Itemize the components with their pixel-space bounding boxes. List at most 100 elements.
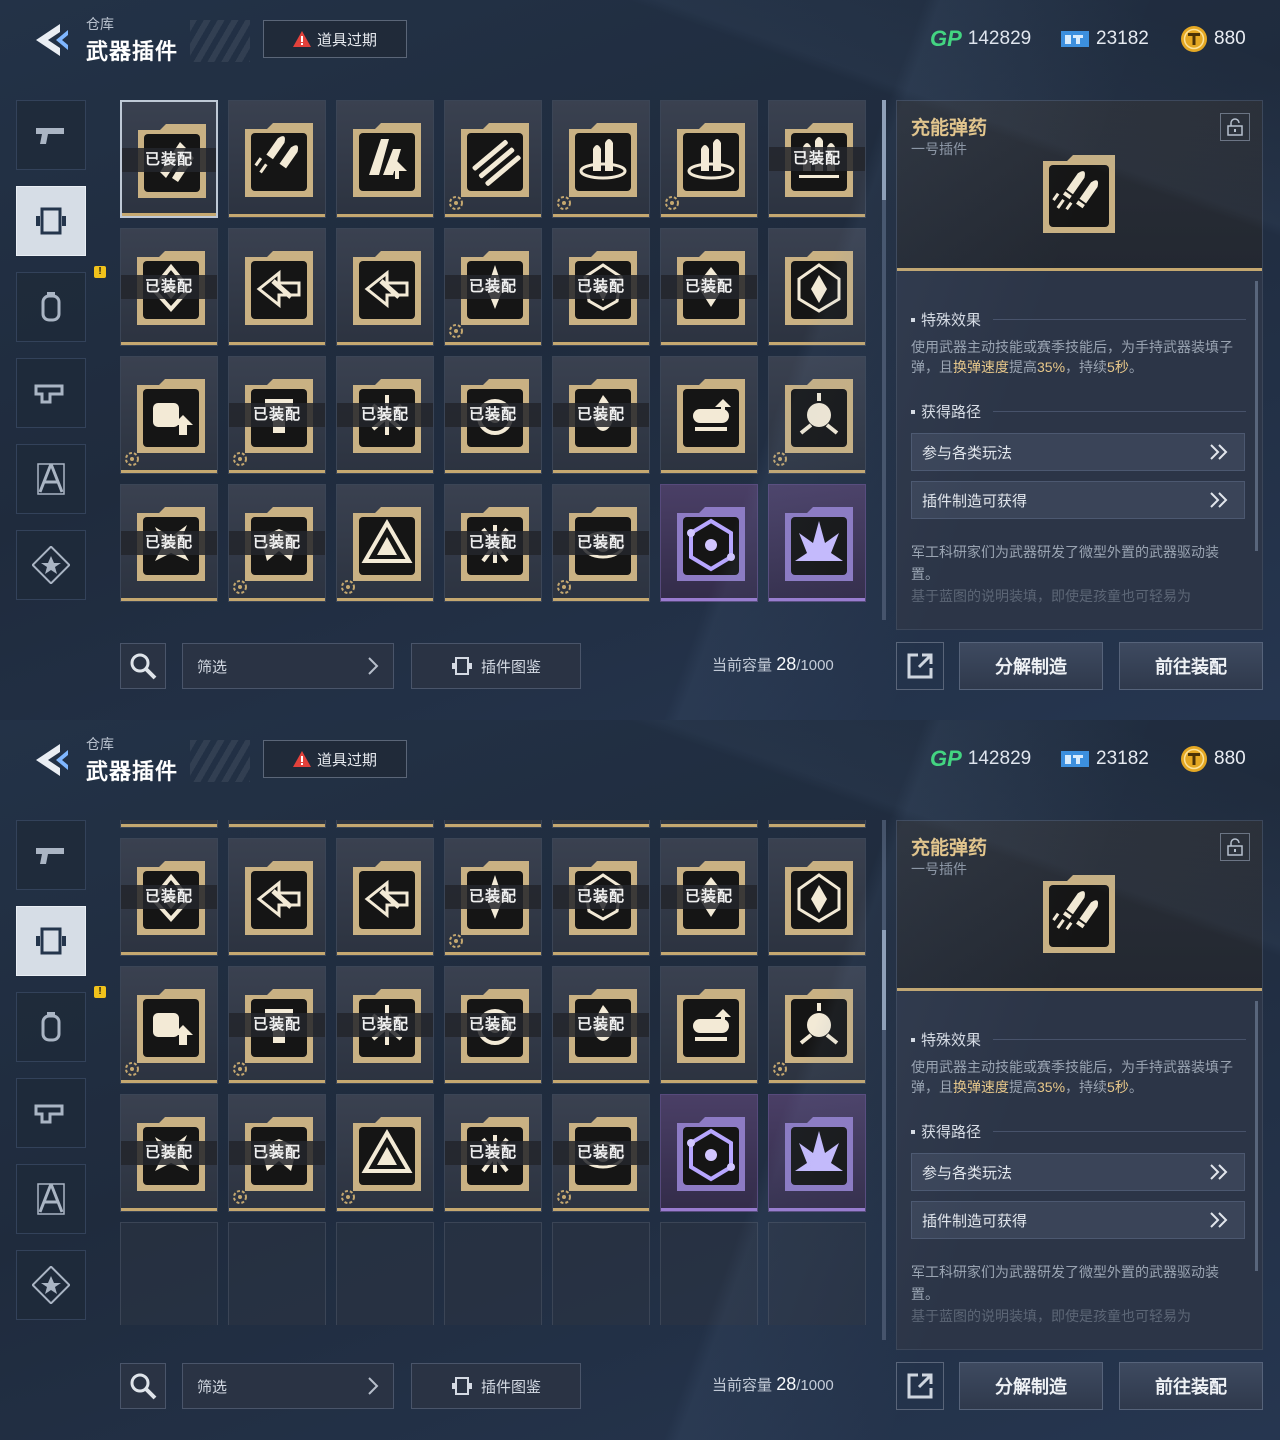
plugin-card[interactable] [768,966,866,1084]
plugin-card[interactable]: 已装配 [228,966,326,1084]
filter-dropdown[interactable]: 筛选 [182,1363,394,1409]
plugin-card[interactable]: 已装配 [336,356,434,474]
plugin-card[interactable]: 已装配 [444,228,542,346]
plugin-card[interactable] [228,838,326,956]
plugin-card[interactable] [552,820,650,828]
plugin-card[interactable] [552,100,650,218]
plugin-card[interactable]: 已装配 [552,356,650,474]
grid-scrollbar[interactable] [882,820,886,1340]
sidebar-tab-compass[interactable] [16,444,86,514]
plugin-card[interactable]: 已装配 [120,484,218,602]
plugin-card[interactable]: 已装配 [660,228,758,346]
back-button[interactable] [30,20,74,60]
item-expired-button[interactable]: 道具过期 [263,740,407,778]
back-button[interactable] [30,740,74,780]
currency-gp[interactable]: GP 142829 [930,742,1031,776]
plugin-card[interactable]: 已装配 [120,1094,218,1212]
plugin-card[interactable]: 已装配 [228,484,326,602]
sidebar-tab-plugin[interactable] [16,906,86,976]
plugin-card[interactable] [444,100,542,218]
route-gameplay-button[interactable]: 参与各类玩法 [911,1153,1245,1191]
plugin-card[interactable]: 已装配 [120,820,218,828]
plugin-card[interactable]: 已装配 [552,1094,650,1212]
go-equip-button[interactable]: 前往装配 [1119,642,1263,690]
sidebar-tab-grenade[interactable] [16,272,86,342]
route-craft-button[interactable]: 插件制造可获得 [911,481,1245,519]
plugin-card[interactable]: 已装配 [660,838,758,956]
lock-button[interactable] [1220,833,1250,861]
plugin-card[interactable] [660,1094,758,1212]
plugin-card[interactable] [336,820,434,828]
plugin-card[interactable]: 已装配 [228,1094,326,1212]
currency-coin[interactable]: 880 [1180,22,1246,56]
plugin-card[interactable] [660,100,758,218]
plugin-card[interactable]: 已装配 [444,1094,542,1212]
plugin-card[interactable] [336,838,434,956]
plugin-card[interactable] [768,484,866,602]
sidebar-tab-star-badge[interactable] [16,1250,86,1320]
plugin-card[interactable] [768,838,866,956]
plugin-card[interactable]: 已装配 [228,356,326,474]
currency-gp[interactable]: GP 142829 [930,22,1031,56]
sidebar-tab-gun-mod[interactable] [16,1078,86,1148]
sidebar-tab-star-badge[interactable] [16,530,86,600]
go-equip-button[interactable]: 前往装配 [1119,1362,1263,1410]
lock-button[interactable] [1220,113,1250,141]
plugin-card[interactable]: 已装配 [120,838,218,956]
plugin-card[interactable] [228,228,326,346]
plugin-card[interactable] [660,966,758,1084]
plugin-codex-button[interactable]: 插件图鉴 [411,1363,581,1409]
sidebar-tab-pistol[interactable] [16,100,86,170]
detail-scrollbar[interactable] [1255,281,1258,551]
plugin-codex-button[interactable]: 插件图鉴 [411,643,581,689]
plugin-card[interactable]: 已装配 [552,228,650,346]
plugin-card[interactable] [120,966,218,1084]
plugin-card[interactable] [660,820,758,828]
plugin-card[interactable]: 已装配 [444,838,542,956]
share-button[interactable] [896,642,944,690]
grid-scrollbar[interactable] [882,100,886,620]
plugin-card[interactable] [336,100,434,218]
plugin-card[interactable] [336,228,434,346]
salvage-craft-button[interactable]: 分解制造 [959,1362,1103,1410]
plugin-card[interactable]: 已装配 [444,966,542,1084]
currency-ticket[interactable]: 23182 [1060,22,1149,56]
item-expired-button[interactable]: 道具过期 [263,20,407,58]
plugin-card[interactable] [660,356,758,474]
plugin-card[interactable]: 已装配 [336,966,434,1084]
plugin-card[interactable] [768,356,866,474]
grid-scrollbar-thumb[interactable] [882,100,886,200]
search-button[interactable] [120,1363,166,1409]
plugin-card[interactable] [228,100,326,218]
plugin-card[interactable]: 已装配 [444,484,542,602]
share-button[interactable] [896,1362,944,1410]
plugin-card[interactable] [336,484,434,602]
salvage-craft-button[interactable]: 分解制造 [959,642,1103,690]
route-gameplay-button[interactable]: 参与各类玩法 [911,433,1245,471]
grid-scrollbar-thumb[interactable] [882,930,886,1030]
plugin-card[interactable] [336,1094,434,1212]
plugin-card[interactable] [444,820,542,828]
plugin-card[interactable]: 已装配 [552,838,650,956]
plugin-card[interactable]: 已装配 [768,100,866,218]
plugin-card[interactable]: 已装配 [552,484,650,602]
plugin-card[interactable] [228,820,326,828]
plugin-card[interactable]: 已装配 [768,820,866,828]
sidebar-tab-gun-mod[interactable] [16,358,86,428]
plugin-card[interactable]: 已装配 [120,228,218,346]
filter-dropdown[interactable]: 筛选 [182,643,394,689]
sidebar-tab-pistol[interactable] [16,820,86,890]
plugin-card[interactable]: 已装配 [552,966,650,1084]
plugin-card[interactable] [768,228,866,346]
route-craft-button[interactable]: 插件制造可获得 [911,1201,1245,1239]
plugin-card[interactable] [660,484,758,602]
search-button[interactable] [120,643,166,689]
sidebar-tab-compass[interactable] [16,1164,86,1234]
plugin-card[interactable]: 已装配 [120,100,218,218]
plugin-card[interactable] [768,1094,866,1212]
detail-scrollbar[interactable] [1255,1001,1258,1271]
sidebar-tab-grenade[interactable] [16,992,86,1062]
currency-ticket[interactable]: 23182 [1060,742,1149,776]
plugin-card[interactable] [120,356,218,474]
sidebar-tab-plugin[interactable] [16,186,86,256]
